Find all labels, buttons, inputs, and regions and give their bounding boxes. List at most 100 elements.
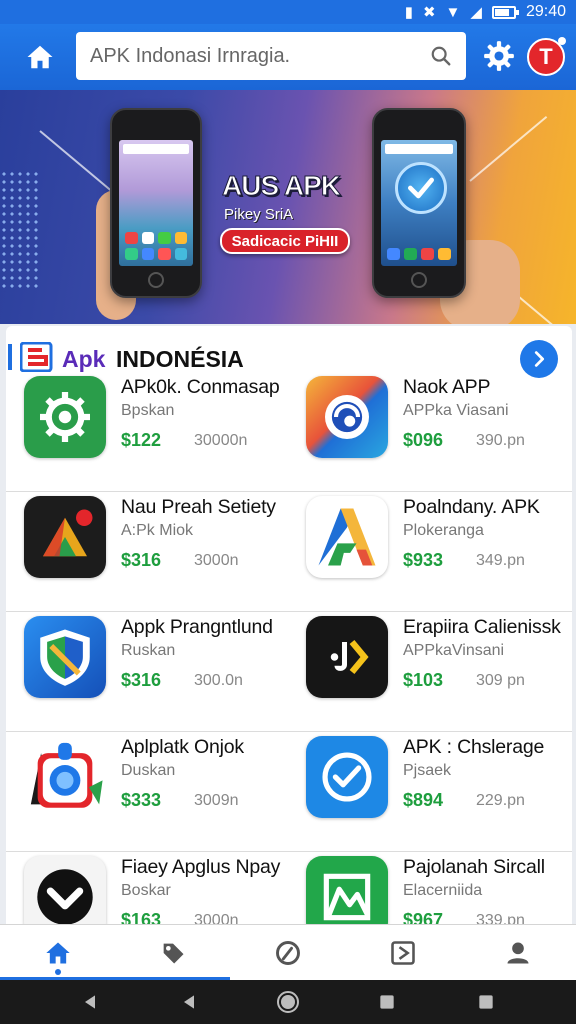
phone-left [110,108,202,298]
brand-text: Apk [62,346,106,372]
app-size: 229.pn [476,792,525,809]
app-row: Appk Prangntlund Ruskan $316 300.0n Erap… [6,612,572,732]
app-developer: Ruskan [121,642,176,659]
search-bar[interactable] [76,32,466,80]
app-developer: Boskar [121,882,171,899]
play-box-icon [391,940,415,965]
nav-home[interactable] [0,925,115,980]
swirl-icon [306,376,388,458]
app-price: $333 [121,790,162,810]
brand-logo-icon [20,342,53,372]
app-list-card: Apk INDONÉSIA APk0k. Conmasap Bpskan $12… [6,326,572,926]
letter-a-icon [306,496,388,578]
triangle-badge-icon [24,496,106,578]
app-name: Poalndany. APK [403,496,540,518]
banner-dots-decoration [0,170,40,290]
phone-home-button [411,272,427,288]
banner-line-decoration [469,115,548,182]
app-price: $103 [403,670,444,690]
home-circle-icon[interactable] [276,990,300,1014]
check-circle-icon [306,736,388,818]
mini-app-grid [125,232,187,260]
app-name: APk0k. Conmasap [121,376,280,398]
section-header: Apk INDONÉSIA [6,340,572,378]
search-icon[interactable] [430,45,452,67]
gauge-icon [276,940,300,965]
music-chevron-icon [306,616,388,698]
notification-icon[interactable]: T [527,37,566,76]
app-size: 309 pn [476,672,525,689]
app-card[interactable]: Naok APP APPka Viasani $096 390.pn [306,372,572,492]
recent-icon[interactable] [375,990,399,1014]
app-card[interactable]: Pajolanah Sircall Elacerniida $967 339.p… [306,852,572,926]
camera-icon [24,736,106,818]
gear-icon[interactable] [482,39,516,73]
app-card[interactable]: APk0k. Conmasap Bpskan $122 30000n [24,372,294,492]
nav-play[interactable] [346,925,461,980]
app-name: Fiaey Apglus Npay [121,856,281,878]
app-name: Appk Prangntlund [121,616,273,638]
checkmark-icon [395,162,447,214]
app-bar: T [0,24,576,90]
app-size: 349.pn [476,552,525,569]
mini-search-bar [385,144,453,154]
gear-shield-icon [24,376,106,458]
app-screen: ▮ ✖ ▼ ◢ 29:40 APK Indonasi Irnragia. T A… [0,0,576,1024]
status-time: 29:40 [525,3,566,20]
mini-search-bar [123,144,189,154]
app-developer: APPkaVinsani [403,642,505,659]
promo-banner[interactable]: AUS APK Pikey SriA Sadicacic PiHII [0,90,576,324]
recent-icon[interactable] [474,990,498,1014]
nav-speed[interactable] [230,925,345,980]
chevron-down-icon [24,856,106,926]
home-button[interactable] [10,24,70,90]
app-price: $933 [403,550,444,570]
nav-profile[interactable] [461,925,576,980]
phone-home-button [148,272,164,288]
app-size: 300.0n [194,672,243,689]
phone-left-screen [119,140,193,266]
app-developer: Bpskan [121,402,175,419]
app-card[interactable]: Fiaey Apglus Npay Boskar $163 3000n [24,852,294,926]
app-row: Nau Preah Setiety A:Pk Miok $316 3000n P… [6,492,572,612]
app-developer: A:Pk Miok [121,522,194,539]
app-developer: Plokeranga [403,522,484,539]
bluetooth-icon: ✖ [422,3,436,21]
app-price: $316 [121,670,162,690]
back-icon[interactable] [177,990,201,1014]
app-name: Naok APP [403,376,491,398]
app-size: 3000n [194,552,239,569]
app-name: Erapiira Calienissk [403,616,561,638]
app-developer: APPka Viasani [403,402,509,419]
app-developer: Duskan [121,762,176,779]
back-icon[interactable] [78,990,102,1014]
system-navigation [0,980,576,1024]
section-accent-bar [8,344,12,370]
app-size: 30000n [194,432,248,449]
app-card[interactable]: Erapiira Calienissk APPkaVinsani $103 30… [306,612,572,732]
tag-icon [163,943,184,963]
home-icon [45,942,70,963]
banner-cta-button[interactable]: Sadicacic PiHII [220,228,350,254]
app-price: $122 [121,430,162,450]
app-card[interactable]: Appk Prangntlund Ruskan $316 300.0n [24,612,294,732]
app-card[interactable]: APK : Chslerage Pjsaek $894 229.pn [306,732,572,852]
app-card[interactable]: Aplplatk Onjok Duskan $333 3009n [24,732,294,852]
bottom-navigation [0,924,576,980]
app-card[interactable]: Poalndany. APK Plokeranga $933 349.pn [306,492,572,612]
profile-icon [507,942,529,963]
app-row: Fiaey Apglus Npay Boskar $163 3000n Pajo… [6,852,572,926]
search-input[interactable] [90,44,430,68]
notification-glyph: T [539,44,553,69]
nav-tags[interactable] [115,925,230,980]
app-card[interactable]: Nau Preah Setiety A:Pk Miok $316 3000n [24,492,294,612]
app-name: Pajolanah Sircall [403,856,545,878]
app-grid: APk0k. Conmasap Bpskan $122 30000n Naok … [6,372,572,926]
home-icon [27,45,53,69]
app-name: APK : Chslerage [403,736,545,758]
app-price: $096 [403,430,444,450]
banner-title: AUS APK [222,170,342,202]
app-row: Aplplatk Onjok Duskan $333 3009n APK : C… [6,732,572,852]
section-title: INDONÉSIA [116,346,244,372]
app-size: 390.pn [476,432,525,449]
